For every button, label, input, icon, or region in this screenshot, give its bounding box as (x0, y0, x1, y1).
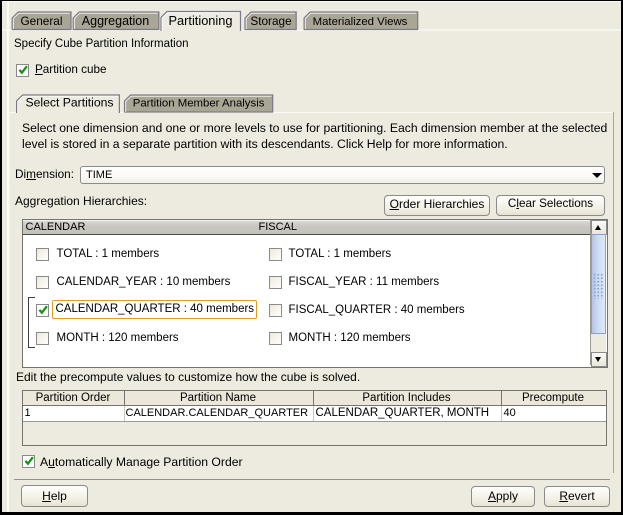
svg-text:Partition Member Analysis: Partition Member Analysis (133, 98, 265, 110)
svg-text:General: General (21, 14, 63, 28)
svg-text:Select Partitions: Select Partitions (25, 96, 113, 110)
svg-text:Aggregation: Aggregation (82, 14, 149, 28)
svg-text:Partitioning: Partitioning (168, 13, 232, 28)
svg-text:Storage: Storage (250, 14, 292, 28)
svg-text:Materialized Views: Materialized Views (313, 16, 408, 28)
